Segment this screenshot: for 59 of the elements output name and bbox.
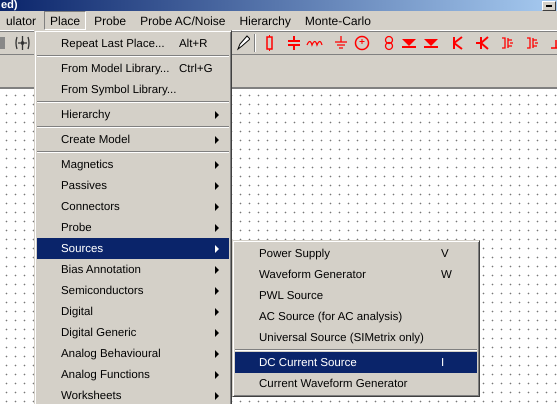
menu-item[interactable]: Sources (37, 238, 229, 259)
mirror-icon[interactable] (15, 35, 30, 51)
shortcut-label: Alt+R (179, 38, 208, 50)
menu-item[interactable]: Analog Functions (37, 364, 229, 385)
menu-bar-item[interactable]: Hierarchy (233, 11, 297, 30)
menu-item[interactable]: From Symbol Library... (37, 79, 229, 100)
capacitor-icon[interactable] (287, 35, 301, 51)
submenu-arrow-icon (215, 328, 219, 336)
voltage-source-icon[interactable] (354, 35, 370, 51)
menu-bar-item[interactable]: Probe AC/Noise (134, 11, 232, 30)
menu-item[interactable]: Waveform Generator W (235, 264, 477, 285)
menu-item[interactable]: AC Source (for AC analysis) (235, 306, 477, 327)
submenu-arrow-icon (215, 224, 219, 232)
menu-bar-item[interactable]: ulator (0, 11, 42, 30)
menu-item[interactable]: Bias Annotation (37, 259, 229, 280)
menu-item[interactable]: Connectors (37, 196, 229, 217)
window-title: ed) (0, 0, 18, 11)
menu-item[interactable]: Power Supply V (235, 243, 477, 264)
submenu-arrow-icon (215, 182, 219, 190)
menu-item[interactable]: Digital Generic (37, 322, 229, 343)
submenu-arrow-icon (215, 110, 219, 118)
menu-item[interactable]: From Model Library... Ctrl+G (37, 58, 229, 79)
current-source-icon[interactable] (383, 35, 395, 51)
pencil-icon[interactable] (236, 35, 250, 51)
menu-item[interactable]: Universal Source (SIMetrix only) (235, 327, 477, 348)
submenu-arrow-icon (215, 350, 219, 358)
shortcut-label: Ctrl+G (179, 62, 214, 74)
submenu-arrow-icon (215, 370, 219, 378)
menu-item[interactable]: Current Waveform Generator (235, 373, 477, 394)
menu-item[interactable]: Hierarchy (37, 104, 229, 125)
submenu-arrow-icon (215, 160, 219, 168)
menu-item[interactable]: DC Current Source I (235, 352, 477, 373)
submenu-arrow-icon (215, 266, 219, 274)
menu-item[interactable]: Passives (37, 175, 229, 196)
shortcut-label: W (441, 268, 453, 280)
menu-item[interactable]: Analog Behavioural (37, 343, 229, 364)
menu-item[interactable]: Probe (37, 217, 229, 238)
submenu-arrow-icon (215, 244, 219, 252)
submenu-arrow-icon (215, 202, 219, 210)
submenu-arrow-icon (215, 286, 219, 294)
submenu-arrow-icon (215, 392, 219, 400)
minimize-button[interactable] (542, 0, 556, 10)
menu-item[interactable]: Semiconductors (37, 280, 229, 301)
menu-bar-item[interactable]: Probe (88, 11, 132, 30)
submenu-arrow-icon (215, 308, 219, 316)
menu-bar-item[interactable]: Place (44, 11, 86, 30)
menu-item[interactable]: Create Model (37, 129, 229, 150)
ground-icon[interactable] (334, 35, 348, 51)
shortcut-label: V (441, 248, 450, 260)
shortcut-label: I (441, 356, 446, 368)
menu-item[interactable]: PWL Source (235, 285, 477, 306)
menu-bar-item[interactable]: Monte-Carlo (298, 11, 377, 30)
menu-item[interactable]: Digital (37, 301, 229, 322)
submenu-arrow-icon (215, 136, 219, 144)
menu-item[interactable]: Worksheets (37, 385, 229, 404)
menu-item[interactable]: Repeat Last Place... Alt+R (37, 33, 229, 54)
transistor-icon[interactable] (475, 35, 489, 51)
transistor-icon[interactable] (450, 35, 464, 51)
menu-item[interactable]: Magnetics (37, 154, 229, 175)
